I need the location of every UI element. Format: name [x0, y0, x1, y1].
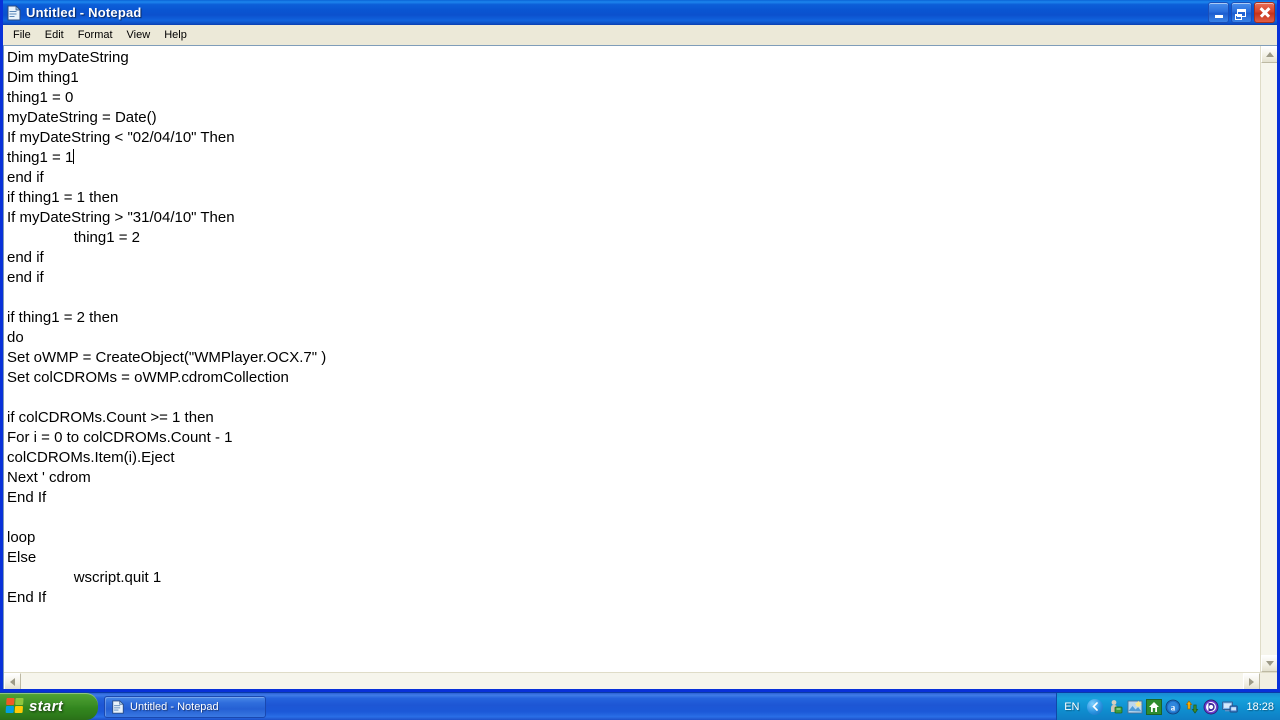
maximize-icon: [1235, 8, 1246, 20]
text-caret: [73, 149, 75, 164]
notepad-icon: [6, 4, 22, 21]
remote-desktop-icon[interactable]: [1222, 699, 1239, 715]
editor-client-area: Dim myDateString Dim thing1 thing1 = 0 m…: [3, 45, 1277, 689]
menu-item-file[interactable]: File: [6, 27, 38, 44]
scroll-up-button[interactable]: [1261, 46, 1277, 63]
scrollbar-corner: [1260, 673, 1277, 689]
messenger-icon[interactable]: a: [1165, 699, 1181, 715]
updates-icon[interactable]: [1184, 699, 1200, 715]
clock[interactable]: 18:28: [1246, 701, 1274, 713]
show-hidden-icons-button[interactable]: [1087, 698, 1104, 715]
window-controls: [1208, 2, 1275, 23]
language-indicator[interactable]: EN: [1061, 701, 1084, 713]
media-icon[interactable]: [1203, 699, 1219, 715]
start-button[interactable]: start: [0, 693, 98, 720]
chevron-down-icon: [1265, 661, 1274, 666]
scroll-left-button[interactable]: [4, 673, 21, 689]
antivirus-home-icon[interactable]: [1146, 698, 1163, 715]
minimize-button[interactable]: [1208, 2, 1229, 23]
editor-text-after-caret: end if if thing1 = 1 then If myDateStrin…: [7, 169, 327, 606]
text-editor[interactable]: Dim myDateString Dim thing1 thing1 = 0 m…: [4, 46, 1260, 672]
taskbar-item-label: Untitled - Notepad: [130, 700, 219, 713]
svg-text:a: a: [1171, 702, 1176, 712]
chevron-right-icon: [1249, 677, 1254, 686]
menu-item-format[interactable]: Format: [71, 27, 120, 44]
chevron-left-icon: [10, 677, 15, 686]
taskbar-item-notepad[interactable]: Untitled - Notepad: [104, 695, 266, 718]
menu-item-view[interactable]: View: [120, 27, 158, 44]
task-list: Untitled - Notepad: [98, 693, 1056, 720]
display-properties-icon[interactable]: [1127, 699, 1143, 715]
notepad-icon: [111, 699, 125, 714]
menu-item-help[interactable]: Help: [157, 27, 194, 44]
horizontal-scrollbar[interactable]: [4, 672, 1277, 689]
minimize-icon: [1214, 15, 1223, 18]
editor-text: Dim myDateString Dim thing1 thing1 = 0 m…: [7, 48, 1260, 608]
start-label: start: [29, 698, 64, 715]
taskbar: start Untitled - Notepad EN a 18:28: [0, 692, 1280, 720]
editor-text-before-caret: Dim myDateString Dim thing1 thing1 = 0 m…: [7, 49, 235, 166]
close-icon: [1259, 7, 1270, 18]
menu-item-edit[interactable]: Edit: [38, 27, 71, 44]
title-bar[interactable]: Untitled - Notepad: [3, 0, 1277, 25]
horizontal-scroll-track[interactable]: [21, 673, 1243, 689]
maximize-button[interactable]: [1231, 2, 1252, 23]
menu-bar: File Edit Format View Help: [3, 25, 1277, 45]
vertical-scroll-track[interactable]: [1261, 63, 1277, 655]
notepad-window: Untitled - Notepad File Edit Format View…: [0, 0, 1280, 692]
scroll-down-button[interactable]: [1261, 655, 1277, 672]
scroll-right-button[interactable]: [1243, 673, 1260, 689]
window-title: Untitled - Notepad: [26, 5, 142, 20]
system-tray: EN a 18:28: [1056, 693, 1280, 720]
vertical-scrollbar[interactable]: [1260, 46, 1277, 672]
chevron-up-icon: [1265, 52, 1274, 57]
network-connection-icon[interactable]: [1108, 699, 1124, 715]
close-button[interactable]: [1254, 2, 1275, 23]
windows-logo-icon: [5, 698, 24, 715]
